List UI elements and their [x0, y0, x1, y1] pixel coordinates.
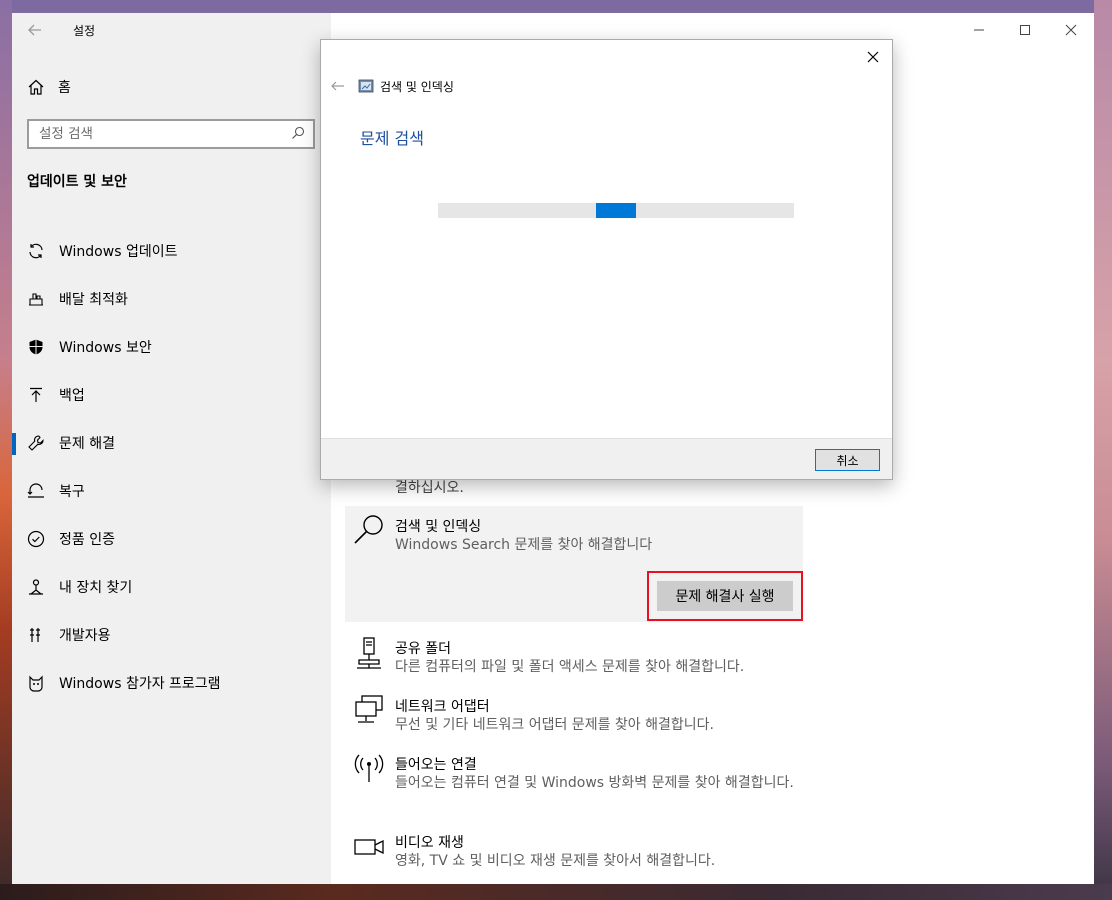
troubleshooter-video-playback[interactable]: 비디오 재생 영화, TV 쇼 및 비디오 재생 문제를 찾아서 해결합니다. [345, 822, 803, 872]
window-title: 설정 [73, 24, 96, 38]
desktop-wallpaper-right [1094, 0, 1112, 900]
troubleshooter-title: 들어오는 연결 [395, 757, 477, 773]
delivery-icon [26, 289, 46, 309]
backup-arrow-icon [26, 385, 46, 405]
sidebar-item-label: Windows 보안 [59, 340, 152, 356]
sidebar-item-label: Windows 업데이트 [59, 244, 178, 260]
minimize-button[interactable] [956, 13, 1002, 47]
sidebar-item-label: 개발자용 [59, 628, 111, 644]
troubleshooter-desc: Windows Search 문제를 찾아 해결합니다 [395, 537, 653, 553]
search-icon [353, 514, 385, 548]
sidebar-item-recovery[interactable]: 복구 [12, 467, 331, 515]
network-adapter-icon [353, 694, 385, 728]
dialog-heading: 문제 검색 [360, 129, 424, 148]
section-title: 업데이트 및 보안 [27, 174, 127, 190]
troubleshooter-app-icon [358, 78, 374, 94]
sidebar-item-for-developers[interactable]: 개발자용 [12, 611, 331, 659]
troubleshooter-title: 네트워크 어댑터 [395, 699, 490, 715]
troubleshooter-desc: 다른 컴퓨터의 파일 및 폴더 액세스 문제를 찾아 해결합니다. [395, 659, 745, 675]
find-device-icon [26, 577, 46, 597]
troubleshooter-shared-folders[interactable]: 공유 폴더 다른 컴퓨터의 파일 및 폴더 액세스 문제를 찾아 해결합니다. [345, 628, 803, 678]
wrench-icon [26, 433, 46, 453]
settings-search-input[interactable] [39, 126, 279, 142]
troubleshooter-desc: 들어오는 컴퓨터 연결 및 Windows 방화벽 문제를 찾아 해결합니다. [395, 775, 794, 791]
partial-description: 결하십시오. [395, 480, 464, 496]
close-icon [867, 51, 879, 63]
sidebar-item-label: 복구 [59, 484, 85, 500]
sidebar-item-label: Windows 참가자 프로그램 [59, 676, 221, 692]
troubleshooter-title: 공유 폴더 [395, 641, 451, 657]
window-controls [956, 13, 1094, 47]
video-camera-icon [353, 830, 385, 864]
shield-icon [26, 337, 46, 357]
shared-folder-icon [353, 636, 385, 670]
sidebar-item-troubleshoot[interactable]: 문제 해결 [12, 419, 331, 467]
cancel-button[interactable]: 취소 [815, 449, 880, 471]
sidebar-item-find-my-device[interactable]: 내 장치 찾기 [12, 563, 331, 611]
recovery-icon [26, 481, 46, 501]
sidebar-item-label: 내 장치 찾기 [59, 580, 133, 596]
sidebar-item-label: 문제 해결 [59, 436, 115, 452]
search-icon[interactable] [291, 125, 305, 144]
desktop-wallpaper-left [0, 0, 12, 900]
sidebar-item-label: 배달 최적화 [59, 292, 128, 308]
sidebar-item-label: 백업 [59, 388, 85, 404]
sidebar-item-backup[interactable]: 백업 [12, 371, 331, 419]
home-icon [26, 77, 46, 97]
sync-icon [26, 241, 46, 261]
sidebar-item-home[interactable]: 홈 [26, 77, 71, 97]
progress-indicator [596, 203, 636, 218]
settings-search-box[interactable] [27, 119, 315, 149]
troubleshooter-search-indexing[interactable]: 검색 및 인덱싱 Windows Search 문제를 찾아 해결합니다 문제 … [345, 506, 803, 622]
maximize-icon [1020, 25, 1030, 35]
back-arrow-icon[interactable] [26, 21, 44, 39]
sidebar-item-windows-insider[interactable]: Windows 참가자 프로그램 [12, 659, 331, 707]
insider-icon [26, 673, 46, 693]
sidebar-item-label: 정품 인증 [59, 532, 115, 548]
close-icon [1065, 24, 1077, 36]
sidebar-item-activation[interactable]: 정품 인증 [12, 515, 331, 563]
sidebar-item-windows-update[interactable]: Windows 업데이트 [12, 227, 331, 275]
troubleshooter-dialog: 검색 및 인덱싱 문제 검색 취소 [320, 39, 893, 480]
troubleshooter-desc: 무선 및 기타 네트워크 어댑터 문제를 찾아 해결합니다. [395, 717, 714, 733]
troubleshooter-network-adapter[interactable]: 네트워크 어댑터 무선 및 기타 네트워크 어댑터 문제를 찾아 해결합니다. [345, 686, 803, 736]
sidebar-item-windows-security[interactable]: Windows 보안 [12, 323, 331, 371]
check-circle-icon [26, 529, 46, 549]
run-troubleshooter-button[interactable]: 문제 해결사 실행 [657, 581, 793, 611]
back-arrow-icon[interactable] [330, 78, 346, 94]
incoming-antenna-icon [353, 752, 385, 786]
desktop-wallpaper-bottom [0, 884, 1112, 900]
sidebar-nav: Windows 업데이트 배달 최적화 Windows 보안 백업 문제 해결 … [12, 227, 331, 707]
troubleshooter-title: 비디오 재생 [395, 835, 464, 851]
home-label: 홈 [58, 80, 71, 96]
developer-tools-icon [26, 625, 46, 645]
minimize-icon [974, 29, 984, 31]
maximize-button[interactable] [1002, 13, 1048, 47]
dialog-close-button[interactable] [862, 46, 884, 68]
troubleshooter-incoming-connections[interactable]: 들어오는 연결 들어오는 컴퓨터 연결 및 Windows 방화벽 문제를 찾아… [345, 744, 803, 816]
progress-bar [438, 203, 794, 218]
close-button[interactable] [1048, 13, 1094, 47]
troubleshooter-desc: 영화, TV 쇼 및 비디오 재생 문제를 찾아서 해결합니다. [395, 853, 716, 869]
sidebar-item-delivery-optimization[interactable]: 배달 최적화 [12, 275, 331, 323]
dialog-footer: 취소 [321, 438, 892, 479]
sidebar: 설정 홈 업데이트 및 보안 Windows 업데이트 [12, 13, 331, 884]
troubleshooter-title: 검색 및 인덱싱 [395, 519, 482, 535]
dialog-app-title: 검색 및 인덱싱 [380, 80, 454, 94]
